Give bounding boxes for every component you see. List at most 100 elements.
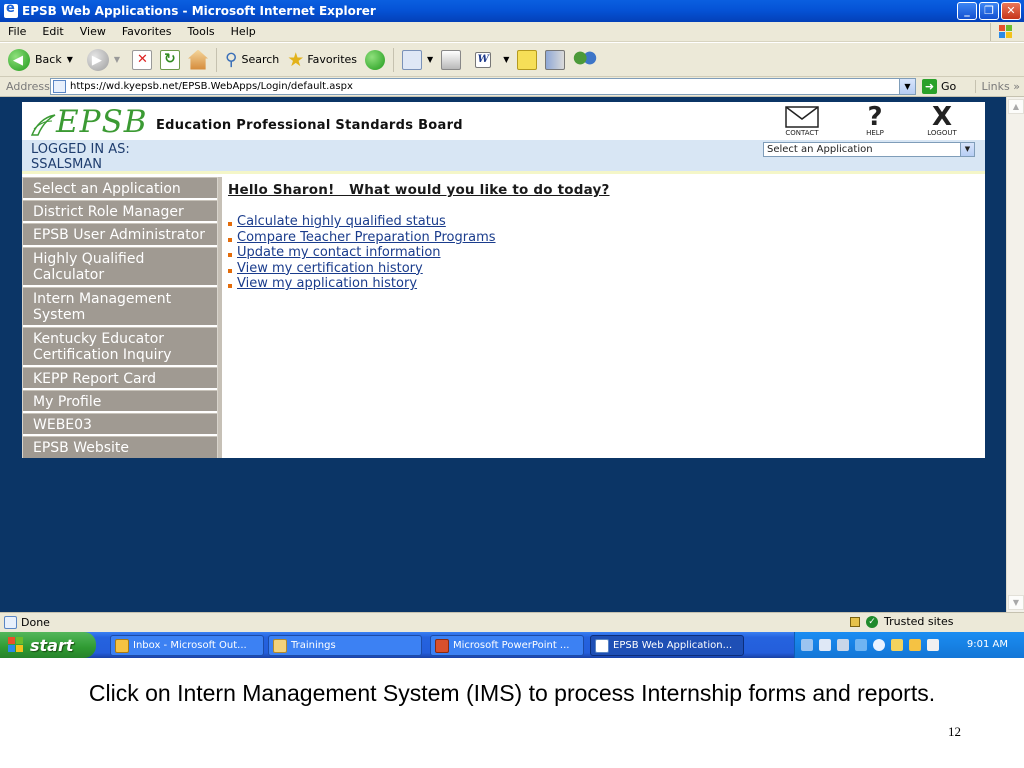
list-item: Compare Teacher Preparation Programs <box>228 230 968 246</box>
windows-flag-icon <box>8 637 24 653</box>
tray-icon[interactable] <box>819 639 831 651</box>
tray-icon[interactable] <box>891 639 903 651</box>
tray-icon[interactable] <box>927 639 939 651</box>
task-powerpoint[interactable]: Microsoft PowerPoint ... <box>430 635 584 656</box>
task-outlook[interactable]: Inbox - Microsoft Out... <box>110 635 264 656</box>
nav-divider <box>218 177 222 458</box>
go-arrow-icon: ➜ <box>922 79 937 94</box>
bullet-icon <box>228 268 232 273</box>
tray-icon[interactable] <box>837 639 849 651</box>
mail-dropdown-icon[interactable]: ▼ <box>427 55 433 64</box>
back-dropdown-icon[interactable]: ▼ <box>67 55 73 64</box>
windows-flag-icon <box>999 25 1013 39</box>
links-button[interactable]: Links » <box>974 80 1020 93</box>
address-dropdown-icon[interactable]: ▼ <box>899 79 915 94</box>
tray-icon[interactable] <box>909 639 921 651</box>
application-select-value: Select an Application <box>767 144 873 155</box>
logout-label: LOGOUT <box>927 129 957 137</box>
nav-intern-management-system[interactable]: Intern Management System <box>23 287 217 327</box>
nav-my-profile[interactable]: My Profile <box>23 390 217 413</box>
folder-icon <box>273 638 287 653</box>
menu-favorites[interactable]: Favorites <box>114 25 180 38</box>
restore-button[interactable]: ❐ <box>979 2 999 20</box>
menu-file[interactable]: File <box>0 25 34 38</box>
menu-edit[interactable]: Edit <box>34 25 71 38</box>
nav-select-application[interactable]: Select an Application <box>23 177 217 200</box>
messenger-button[interactable] <box>573 49 598 70</box>
home-button[interactable] <box>188 49 209 70</box>
scroll-down-icon[interactable]: ▼ <box>1008 595 1024 610</box>
search-button[interactable]: ⚲ Search <box>225 50 279 70</box>
forward-dropdown-icon[interactable]: ▼ <box>114 55 120 64</box>
research-icon <box>545 49 566 70</box>
window-title: EPSB Web Applications - Microsoft Intern… <box>22 4 376 18</box>
research-button[interactable] <box>545 49 566 70</box>
favorites-button[interactable]: ★ Favorites <box>287 49 357 71</box>
close-button[interactable]: ✕ <box>1001 2 1021 20</box>
edit-dropdown-icon[interactable]: ▼ <box>503 55 509 64</box>
envelope-icon <box>779 104 825 129</box>
vertical-scrollbar[interactable]: ▲ ▼ <box>1006 97 1024 612</box>
print-icon <box>441 49 462 70</box>
nav-highly-qualified-calculator[interactable]: Highly Qualified Calculator <box>23 247 217 287</box>
history-button[interactable] <box>365 49 386 70</box>
update-contact-link[interactable]: Update my contact information <box>237 245 441 260</box>
select-dropdown-icon[interactable]: ▼ <box>960 143 974 156</box>
compare-programs-link[interactable]: Compare Teacher Preparation Programs <box>237 230 496 245</box>
help-link[interactable]: ? HELP <box>852 102 898 138</box>
stop-button[interactable]: ✕ <box>132 49 153 70</box>
windows-taskbar: start Inbox - Microsoft Out... Trainings… <box>0 632 1024 658</box>
task-trainings[interactable]: Trainings <box>268 635 422 656</box>
discuss-button[interactable] <box>517 49 538 70</box>
mail-button[interactable]: ▼ <box>402 49 433 70</box>
side-nav: Select an Application District Role Mana… <box>22 177 222 458</box>
page-status-icon <box>4 616 17 629</box>
task-label: Microsoft PowerPoint ... <box>453 640 570 651</box>
start-button[interactable]: start <box>0 632 96 658</box>
calculate-hq-link[interactable]: Calculate highly qualified status <box>237 214 446 229</box>
status-text: Done <box>21 616 50 629</box>
tray-icon[interactable] <box>873 639 885 651</box>
menu-tools[interactable]: Tools <box>180 25 223 38</box>
favorites-star-icon: ★ <box>287 48 305 71</box>
browser-toolbar: ◀ Back ▼ ▶ ▼ ✕ ↻ ⚲ Search ★ Favorites ▼ … <box>0 43 1024 77</box>
status-bar: Done ✓ Trusted sites <box>0 612 1024 632</box>
menu-view[interactable]: View <box>72 25 114 38</box>
forward-button[interactable]: ▶ ▼ <box>86 48 120 71</box>
nav-kepp-report-card[interactable]: KEPP Report Card <box>23 367 217 390</box>
nav-epsb-website[interactable]: EPSB Website <box>23 436 217 458</box>
window-controls: _ ❐ ✕ <box>957 2 1021 20</box>
print-button[interactable] <box>441 49 462 70</box>
slide-caption: Click on Intern Management System (IMS) … <box>88 680 936 706</box>
back-button[interactable]: ◀ Back ▼ <box>8 48 73 71</box>
tray-icon[interactable] <box>801 639 813 651</box>
application-history-link[interactable]: View my application history <box>237 276 417 291</box>
scroll-up-icon[interactable]: ▲ <box>1008 99 1024 114</box>
go-button[interactable]: ➜ Go <box>922 79 956 94</box>
tray-icon[interactable] <box>855 639 867 651</box>
contact-link[interactable]: CONTACT <box>779 104 825 137</box>
application-select[interactable]: Select an Application ▼ <box>763 142 975 157</box>
nav-webe03[interactable]: WEBE03 <box>23 413 217 436</box>
favorites-label: Favorites <box>307 53 358 66</box>
page-icon <box>53 80 66 93</box>
address-input[interactable]: https://wd.kyepsb.net/EPSB.WebApps/Login… <box>50 78 916 95</box>
nav-district-role-manager[interactable]: District Role Manager <box>23 200 217 223</box>
toolbar-separator <box>216 47 218 72</box>
logout-link[interactable]: X LOGOUT <box>919 102 965 138</box>
minimize-button[interactable]: _ <box>957 2 977 20</box>
site-header: EPSB Education Professional Standards Bo… <box>22 102 985 140</box>
lock-icon <box>850 616 860 627</box>
task-ie-epsb[interactable]: EPSB Web Application... <box>590 635 744 656</box>
nav-epsb-user-administrator[interactable]: EPSB User Administrator <box>23 223 217 247</box>
certification-history-link[interactable]: View my certification history <box>237 261 423 276</box>
refresh-button[interactable]: ↻ <box>160 49 181 70</box>
word-icon: W <box>475 51 492 68</box>
edit-button[interactable]: W ▼ <box>475 51 509 68</box>
board-title: Education Professional Standards Board <box>156 118 463 133</box>
list-item: View my certification history <box>228 261 968 277</box>
home-icon <box>188 49 209 70</box>
note-icon <box>517 49 538 70</box>
nav-kentucky-educator-certification-inquiry[interactable]: Kentucky Educator Certification Inquiry <box>23 327 217 367</box>
menu-help[interactable]: Help <box>223 25 264 38</box>
